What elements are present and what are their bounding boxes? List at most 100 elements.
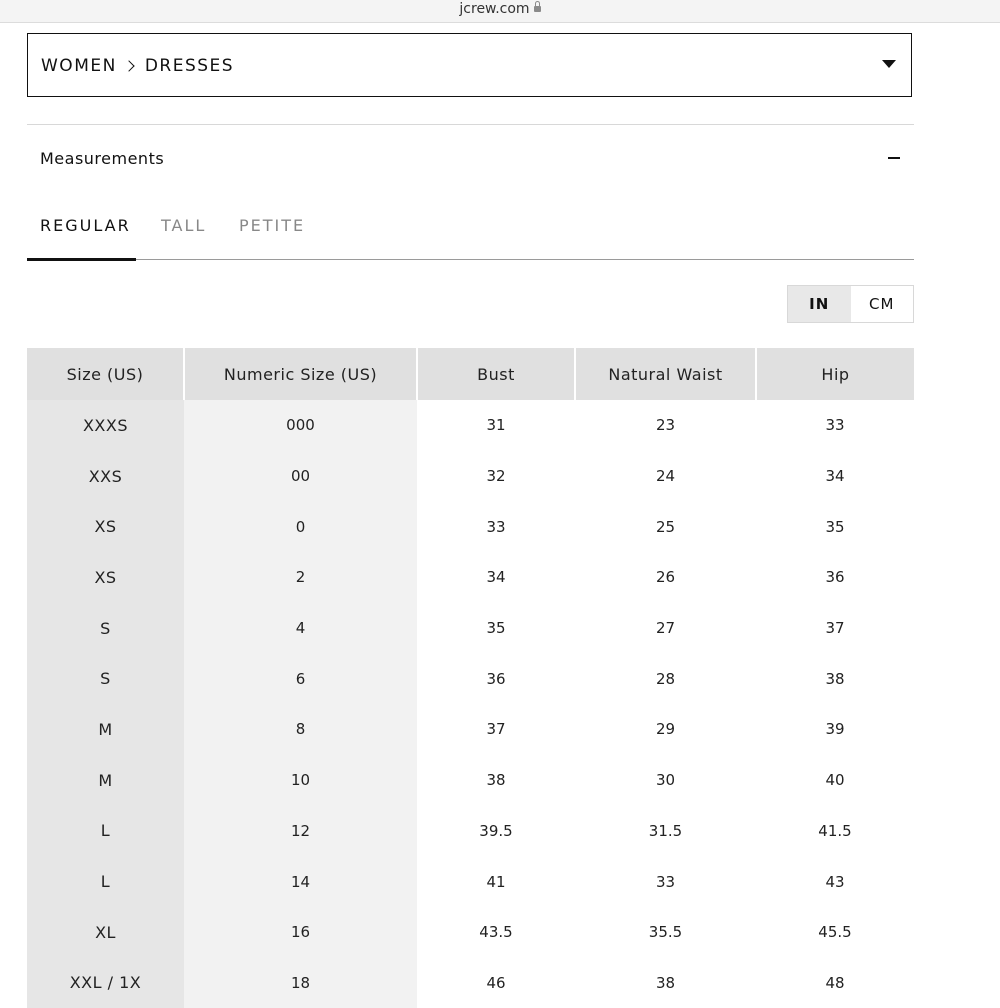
cell-numeric-size: 2 (184, 552, 417, 603)
cell-numeric-size: 14 (184, 856, 417, 907)
lock-icon (533, 1, 541, 12)
breadcrumb-root: WOMEN (41, 56, 117, 76)
cell-bust: 33 (417, 501, 575, 553)
unit-cm-button[interactable]: CM (851, 286, 914, 322)
cell-numeric-size: 00 (184, 450, 417, 502)
breadcrumb-current: DRESSES (144, 56, 235, 76)
tab-tall[interactable]: TALL (161, 216, 206, 235)
cell-hip: 40 (756, 754, 914, 806)
cell-natural-waist: 35.5 (575, 906, 756, 958)
table-row: L 12 39.5 31.5 41.5 (27, 805, 914, 857)
cell-natural-waist: 25 (575, 501, 756, 553)
cell-size-us: S (27, 653, 184, 705)
measurements-accordion-header[interactable]: Measurements (27, 125, 914, 189)
table-row: S 4 35 27 37 (27, 602, 914, 654)
cell-bust: 34 (417, 552, 575, 603)
cell-bust: 46 (417, 957, 575, 1008)
cell-hip: 36 (756, 552, 914, 603)
cell-size-us: M (27, 704, 184, 755)
unit-in-button[interactable]: IN (788, 286, 851, 322)
cell-size-us: XXL / 1X (27, 957, 184, 1008)
header-numeric-size: Numeric Size (US) (184, 348, 418, 400)
cell-bust: 36 (417, 653, 575, 705)
table-row: S 6 36 28 38 (27, 653, 914, 705)
cell-hip: 37 (756, 602, 914, 654)
header-size-us: Size (US) (27, 348, 185, 400)
cell-bust: 37 (417, 704, 575, 755)
cell-natural-waist: 38 (575, 957, 756, 1008)
cell-hip: 35 (756, 501, 914, 553)
cell-hip: 38 (756, 653, 914, 705)
cell-size-us: XL (27, 906, 184, 958)
cell-hip: 41.5 (756, 805, 914, 857)
header-hip: Hip (756, 348, 914, 400)
cell-natural-waist: 23 (575, 400, 756, 451)
table-row: XS 0 33 25 35 (27, 501, 914, 553)
table-row: M 10 38 30 40 (27, 754, 914, 806)
cell-bust: 35 (417, 602, 575, 654)
cell-bust: 41 (417, 856, 575, 907)
table-row: XS 2 34 26 36 (27, 552, 914, 603)
cell-size-us: L (27, 805, 184, 857)
table-row: L 14 41 33 43 (27, 856, 914, 907)
cell-size-us: XXXS (27, 400, 184, 451)
cell-bust: 38 (417, 754, 575, 806)
table-row: M 8 37 29 39 (27, 704, 914, 755)
tab-regular[interactable]: REGULAR (40, 216, 131, 235)
table-row: XXS 00 32 24 34 (27, 450, 914, 502)
cell-bust: 32 (417, 450, 575, 502)
cell-numeric-size: 10 (184, 754, 417, 806)
cell-numeric-size: 000 (184, 400, 417, 451)
table-row: XXXS 000 31 23 33 (27, 400, 914, 451)
header-natural-waist: Natural Waist (575, 348, 757, 400)
cell-numeric-size: 4 (184, 602, 417, 654)
cell-numeric-size: 16 (184, 906, 417, 958)
header-bust: Bust (417, 348, 576, 400)
cell-size-us: XXS (27, 450, 184, 502)
cell-hip: 43 (756, 856, 914, 907)
collapse-minus-icon[interactable] (888, 157, 900, 159)
cell-size-us: M (27, 754, 184, 806)
cell-hip: 34 (756, 450, 914, 502)
cell-size-us: L (27, 856, 184, 907)
url-text: jcrew.com (459, 1, 530, 17)
tab-petite[interactable]: PETITE (239, 216, 305, 235)
cell-hip: 48 (756, 957, 914, 1008)
cell-size-us: XS (27, 552, 184, 603)
chevron-right-icon (123, 60, 135, 72)
table-body: XXXS 000 31 23 33 XXS 00 32 24 34 XS 0 33 25 35 XS 2 34 26… (27, 400, 914, 1008)
cell-natural-waist: 31.5 (575, 805, 756, 857)
cell-hip: 39 (756, 704, 914, 755)
cell-natural-waist: 29 (575, 704, 756, 755)
table-header-row: Size (US) Numeric Size (US) Bust Natural… (27, 348, 914, 400)
measurements-title: Measurements (40, 149, 165, 168)
table-row: XXL / 1X 18 46 38 48 (27, 957, 914, 1008)
cell-numeric-size: 6 (184, 653, 417, 705)
fit-tabs: REGULAR TALL PETITE (27, 200, 914, 261)
cell-natural-waist: 30 (575, 754, 756, 806)
cell-bust: 31 (417, 400, 575, 451)
cell-size-us: XS (27, 501, 184, 553)
cell-natural-waist: 24 (575, 450, 756, 502)
cell-hip: 45.5 (756, 906, 914, 958)
breadcrumb: WOMEN DRESSES (41, 56, 234, 76)
cell-natural-waist: 26 (575, 552, 756, 603)
cell-numeric-size: 8 (184, 704, 417, 755)
cell-numeric-size: 0 (184, 501, 417, 553)
category-dropdown[interactable]: WOMEN DRESSES (27, 33, 912, 97)
cell-bust: 39.5 (417, 805, 575, 857)
active-tab-indicator (27, 258, 136, 261)
size-chart-table: Size (US) Numeric Size (US) Bust Natural… (27, 348, 914, 1008)
cell-natural-waist: 27 (575, 602, 756, 654)
cell-natural-waist: 33 (575, 856, 756, 907)
browser-url-bar[interactable]: jcrew.com (0, 0, 1000, 23)
cell-natural-waist: 28 (575, 653, 756, 705)
caret-down-icon (882, 60, 896, 68)
cell-numeric-size: 12 (184, 805, 417, 857)
cell-numeric-size: 18 (184, 957, 417, 1008)
cell-hip: 33 (756, 400, 914, 451)
cell-bust: 43.5 (417, 906, 575, 958)
table-row: XL 16 43.5 35.5 45.5 (27, 906, 914, 958)
cell-size-us: S (27, 602, 184, 654)
unit-toggle: IN CM (787, 285, 914, 323)
